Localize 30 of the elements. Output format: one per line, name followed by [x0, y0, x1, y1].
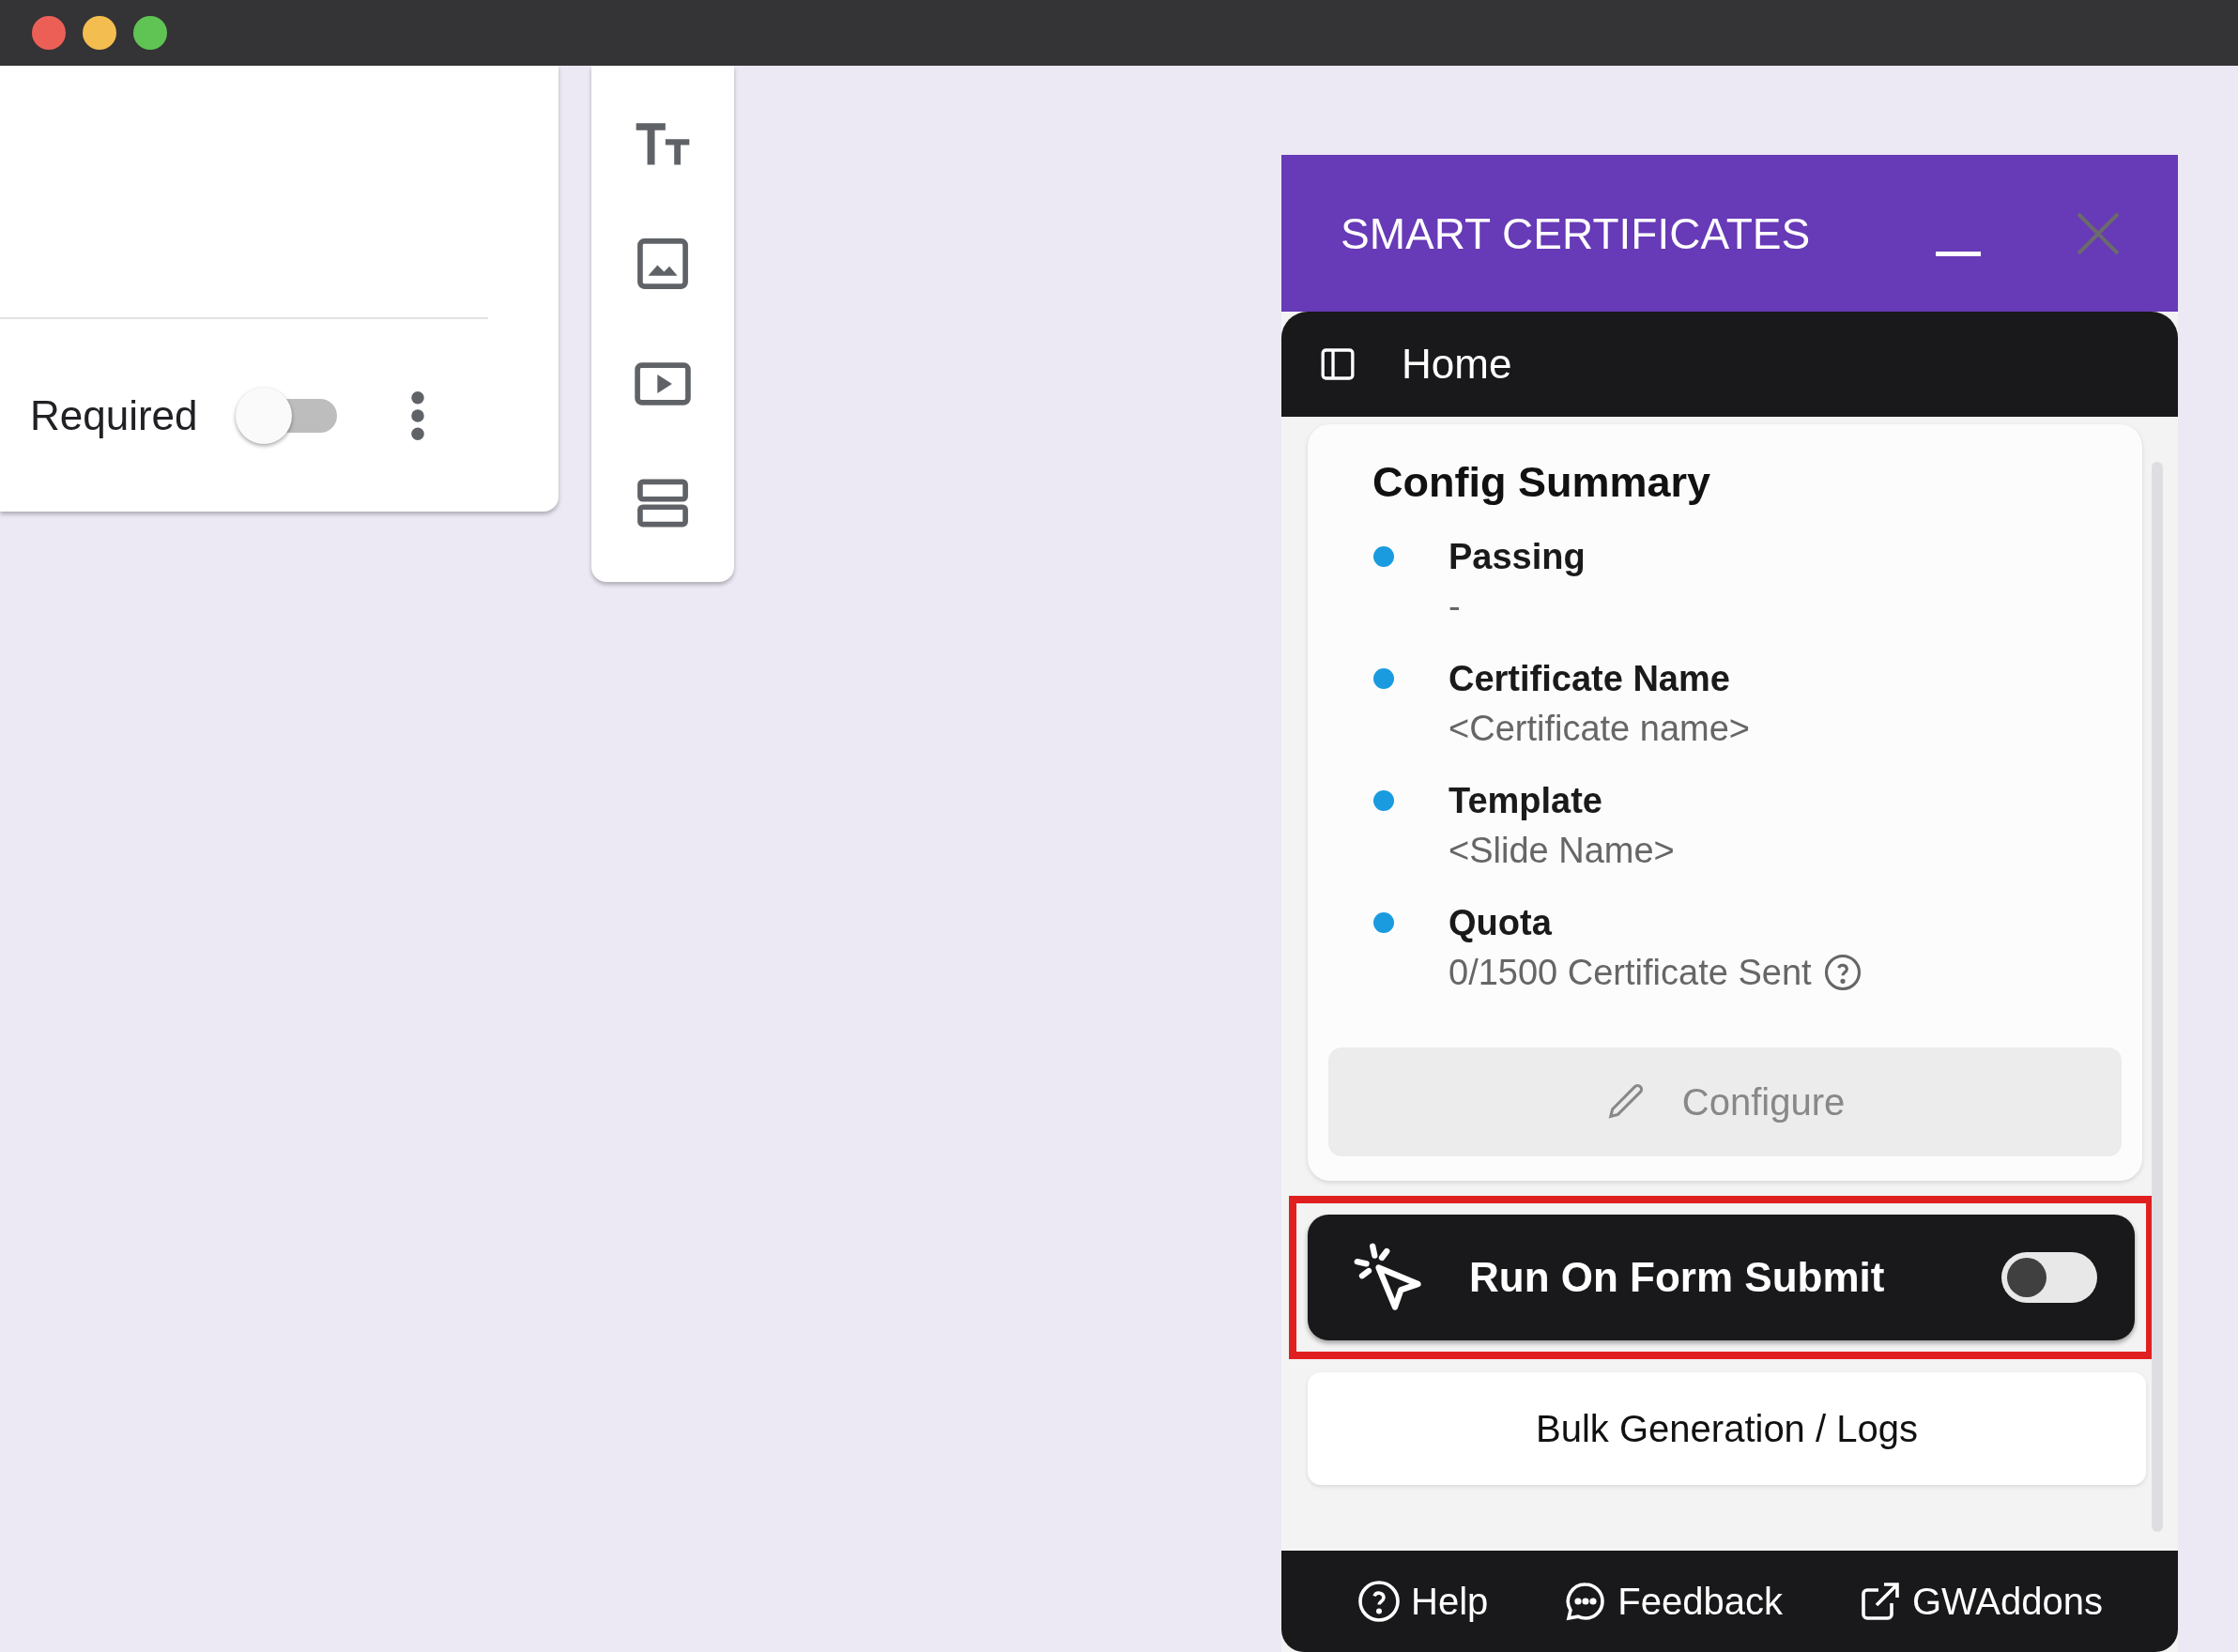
summary-label: Template — [1449, 780, 1603, 822]
summary-label: Certificate Name — [1449, 658, 1731, 700]
run-on-submit-toggle[interactable] — [2001, 1252, 2097, 1303]
summary-label: Quota — [1449, 902, 1553, 944]
help-icon — [1822, 953, 1862, 992]
summary-value: <Certificate name> — [1449, 708, 1751, 750]
footer-link[interactable]: Help — [1351, 1578, 1495, 1625]
minimize-window-icon[interactable] — [83, 16, 116, 50]
required-label: Required — [30, 391, 198, 439]
sidebar-title: SMART CERTIFICATES — [1341, 207, 1812, 259]
bullet-icon — [1373, 546, 1394, 567]
footer-link[interactable]: GWAddons — [1851, 1578, 2108, 1625]
scrollbar[interactable] — [2152, 462, 2163, 1532]
page-title: Home — [1402, 341, 1512, 388]
sidebar-toggle-icon[interactable] — [1319, 345, 1357, 383]
summary-label: Passing — [1449, 536, 1587, 578]
bullet-icon — [1373, 912, 1394, 933]
bullet-icon — [1373, 790, 1394, 811]
maximize-window-icon[interactable] — [133, 16, 167, 50]
bullet-icon — [1373, 668, 1394, 689]
card-title: Config Summary — [1372, 458, 1712, 507]
help-icon — [1357, 1579, 1402, 1624]
bulk-generation-button[interactable]: Bulk Generation / Logs — [1308, 1372, 2146, 1485]
summary-value: <Slide Name> — [1449, 830, 1675, 872]
summary-value: 0/1500 Certificate Sent — [1449, 952, 1812, 994]
close-window-icon[interactable] — [32, 16, 66, 50]
footer-link[interactable]: Feedback — [1557, 1578, 1788, 1625]
run-on-submit-label: Run On Form Submit — [1469, 1254, 1886, 1301]
more-options-icon[interactable] — [409, 390, 425, 441]
summary-value: - — [1449, 586, 1461, 628]
